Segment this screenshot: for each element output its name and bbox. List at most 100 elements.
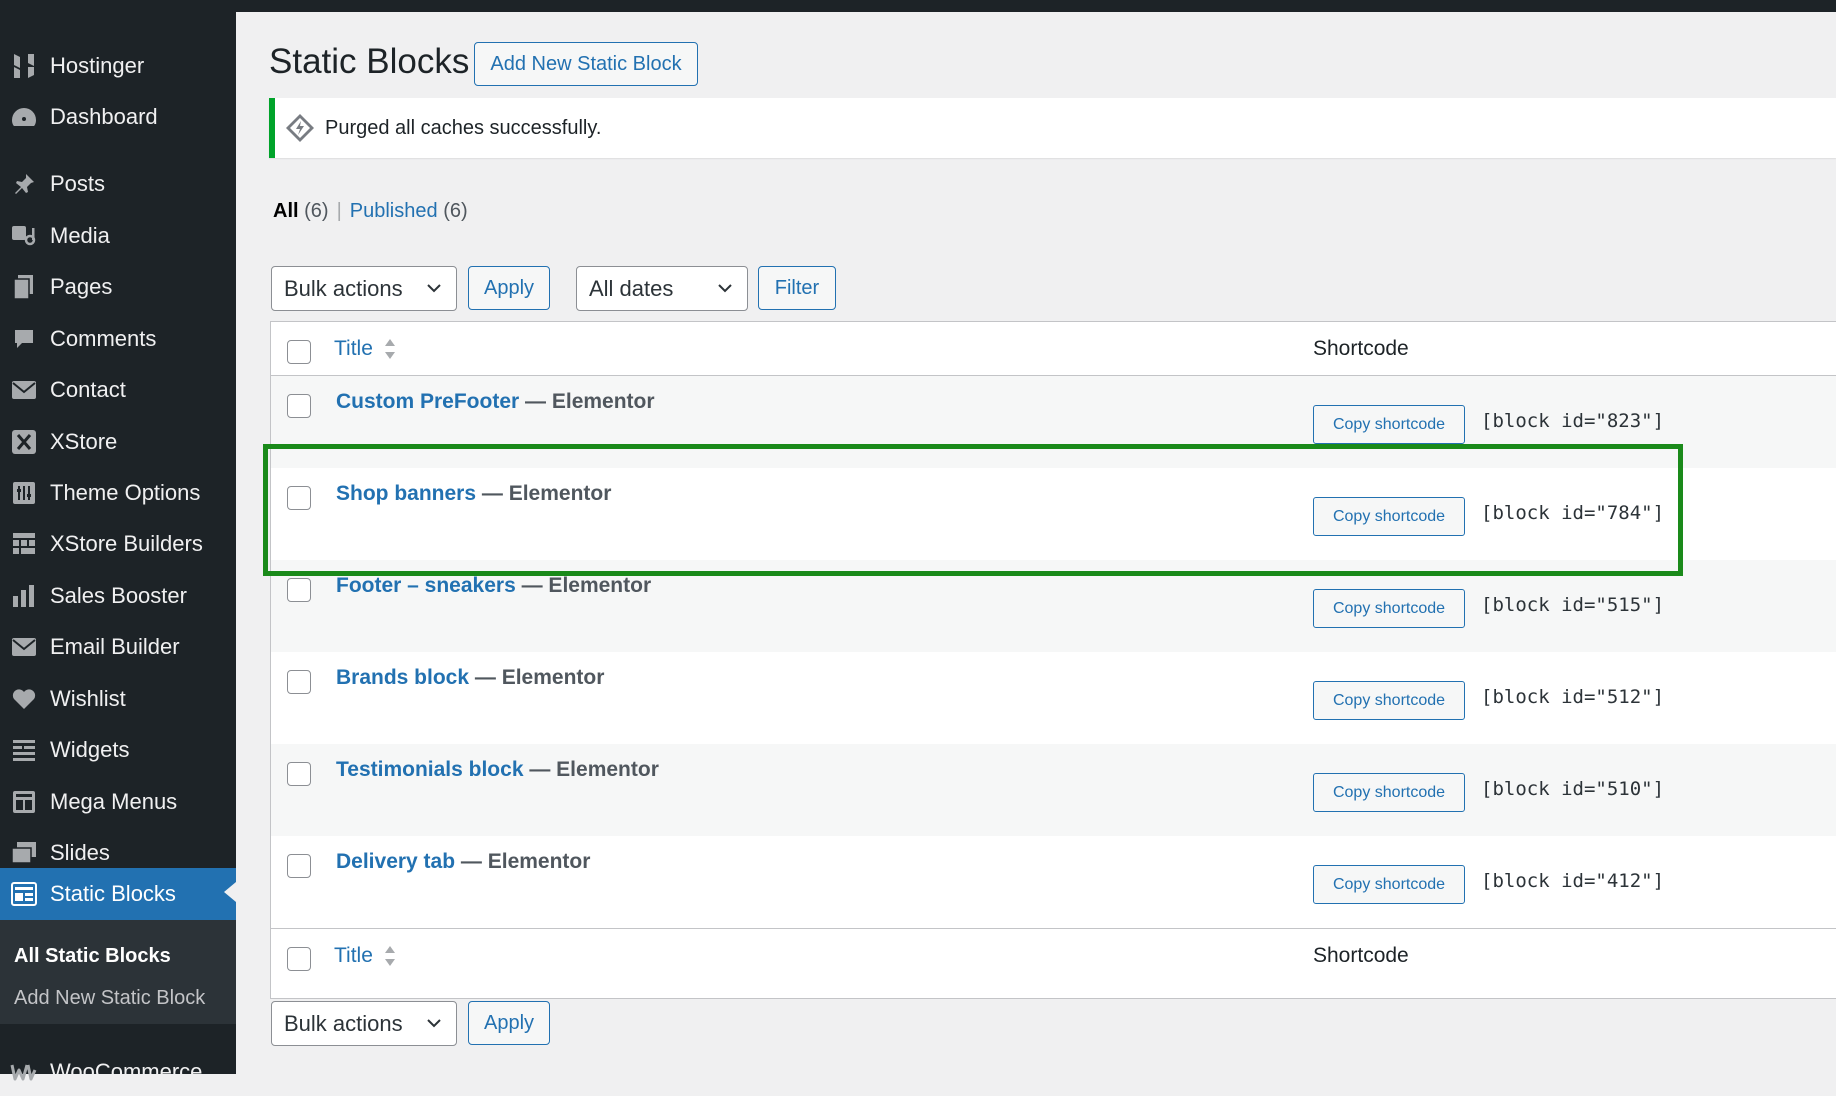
copy-shortcode-button[interactable]: Copy shortcode (1313, 865, 1465, 904)
row-checkbox[interactable] (287, 854, 311, 878)
shortcode-column-header: Shortcode (1313, 337, 1409, 360)
title-column-footer[interactable]: Title (334, 944, 397, 968)
table-footer: Title Shortcode (271, 928, 1836, 982)
comment-icon (9, 324, 39, 354)
envelope-icon (9, 632, 39, 662)
notice-text: Purged all caches successfully. (325, 116, 602, 139)
sidebar-item-media[interactable]: Media (0, 212, 236, 260)
row-title-link[interactable]: Custom PreFooter (336, 390, 519, 413)
row-checkbox[interactable] (287, 578, 311, 602)
view-all[interactable]: All (6) (273, 200, 329, 223)
sidebar-item-comments[interactable]: Comments (0, 315, 236, 363)
hostinger-icon (9, 51, 39, 81)
apply-button[interactable]: Apply (468, 266, 550, 310)
sidebar-item-pages[interactable]: Pages (0, 263, 236, 311)
dashboard-icon (9, 102, 39, 132)
sidebar-item-label: XStore Builders (50, 531, 203, 556)
row-title-link[interactable]: Testimonials block (336, 758, 524, 781)
sidebar-item-label: Mega Menus (50, 789, 178, 814)
view-filters: All (6) | Published (6) (273, 200, 468, 223)
copy-shortcode-button[interactable]: Copy shortcode (1313, 773, 1465, 812)
sidebar-item-label: WooCommerce (50, 1059, 203, 1084)
admin-sidebar: Hostinger Dashboard Posts Media Pages Co… (0, 12, 236, 1084)
table-row: Shop banners — Elementor Copy shortcode … (271, 468, 1836, 560)
sidebar-item-label: Pages (50, 274, 113, 299)
sidebar-item-hostinger[interactable]: Hostinger (0, 42, 236, 90)
bulk-actions-select-bottom[interactable]: Bulk actions (271, 1001, 457, 1046)
row-title-link[interactable]: Shop banners (336, 482, 476, 505)
shortcode-text: [block id="412"] (1481, 870, 1665, 892)
sidebar-item-wishlist[interactable]: Wishlist (0, 675, 236, 723)
add-new-static-block-button[interactable]: Add New Static Block (474, 42, 698, 86)
row-title-link[interactable]: Delivery tab (336, 850, 455, 873)
slides-icon (9, 838, 39, 868)
chevron-down-icon (427, 284, 441, 293)
sidebar-item-dashboard[interactable]: Dashboard (0, 93, 236, 141)
static-blocks-table: Title Shortcode Custom PreFooter — Eleme… (270, 321, 1836, 999)
mega-menu-icon (9, 787, 39, 817)
row-checkbox[interactable] (287, 486, 311, 510)
sidebar-item-label: Contact (50, 377, 126, 402)
static-blocks-submenu: All Static Blocks Add New Static Block (0, 920, 236, 1024)
submenu-all-static-blocks[interactable]: All Static Blocks (14, 945, 171, 968)
sidebar-item-email-builder[interactable]: Email Builder (0, 623, 236, 671)
table-header: Title Shortcode (271, 322, 1836, 376)
shortcode-column-footer: Shortcode (1313, 944, 1409, 967)
pin-icon (9, 169, 39, 199)
filter-button[interactable]: Filter (758, 266, 836, 310)
builders-icon (9, 529, 39, 559)
table-row: Custom PreFooter — Elementor Copy shortc… (271, 376, 1836, 468)
view-published[interactable]: Published (6) (350, 200, 468, 223)
sidebar-item-static-blocks[interactable]: Static Blocks (0, 868, 236, 920)
row-checkbox[interactable] (287, 394, 311, 418)
copy-shortcode-button[interactable]: Copy shortcode (1313, 681, 1465, 720)
sidebar-item-widgets[interactable]: Widgets (0, 726, 236, 774)
sidebar-item-label: Wishlist (50, 686, 126, 711)
cache-purge-icon (285, 113, 315, 143)
title-column-header[interactable]: Title (334, 337, 397, 361)
copy-shortcode-button[interactable]: Copy shortcode (1313, 405, 1465, 444)
copy-shortcode-button[interactable]: Copy shortcode (1313, 497, 1465, 536)
shortcode-text: [block id="784"] (1481, 502, 1665, 524)
row-title-link[interactable]: Footer – sneakers (336, 574, 516, 597)
sidebar-item-mega-menus[interactable]: Mega Menus (0, 778, 236, 826)
chevron-down-icon (718, 284, 732, 293)
sidebar-item-label: Static Blocks (50, 881, 176, 906)
row-checkbox[interactable] (287, 762, 311, 786)
select-all-checkbox-footer[interactable] (287, 947, 311, 971)
widgets-icon (9, 735, 39, 765)
row-title: Brands block — Elementor (336, 666, 605, 689)
sidebar-item-xstore-builders[interactable]: XStore Builders (0, 520, 236, 568)
select-all-checkbox[interactable] (287, 340, 311, 364)
sidebar-item-label: Theme Options (50, 480, 201, 505)
bulk-actions-select[interactable]: Bulk actions (271, 266, 457, 311)
static-blocks-icon (9, 879, 39, 909)
table-row: Brands block — Elementor Copy shortcode … (271, 652, 1836, 744)
sidebar-item-label: Sales Booster (50, 583, 187, 608)
sidebar-item-xstore[interactable]: XStore (0, 418, 236, 466)
sidebar-item-theme-options[interactable]: Theme Options (0, 469, 236, 517)
shortcode-text: [block id="515"] (1481, 594, 1665, 616)
sidebar-item-sales-booster[interactable]: Sales Booster (0, 572, 236, 620)
row-title-link[interactable]: Brands block (336, 666, 469, 689)
row-checkbox[interactable] (287, 670, 311, 694)
row-title: Footer – sneakers — Elementor (336, 574, 652, 597)
sidebar-item-label: Hostinger (50, 53, 145, 78)
submenu-add-new-static-block[interactable]: Add New Static Block (14, 987, 205, 1010)
copy-shortcode-button[interactable]: Copy shortcode (1313, 589, 1465, 628)
sidebar-item-label: Comments (50, 326, 157, 351)
sidebar-item-posts[interactable]: Posts (0, 160, 236, 208)
success-notice: Purged all caches successfully. (269, 98, 1836, 158)
xstore-icon (9, 427, 39, 457)
row-title: Shop banners — Elementor (336, 482, 612, 505)
view-separator: | (336, 200, 342, 222)
shortcode-text: [block id="512"] (1481, 686, 1665, 708)
bar-chart-icon (9, 581, 39, 611)
apply-button-bottom[interactable]: Apply (468, 1001, 550, 1045)
sidebar-item-contact[interactable]: Contact (0, 366, 236, 414)
table-row: Footer – sneakers — Elementor Copy short… (271, 560, 1836, 652)
pages-icon (9, 272, 39, 302)
sidebar-item-woocommerce[interactable]: WooCommerce (0, 1048, 236, 1096)
sidebar-item-label: Posts (50, 171, 106, 196)
dates-select[interactable]: All dates (576, 266, 748, 311)
